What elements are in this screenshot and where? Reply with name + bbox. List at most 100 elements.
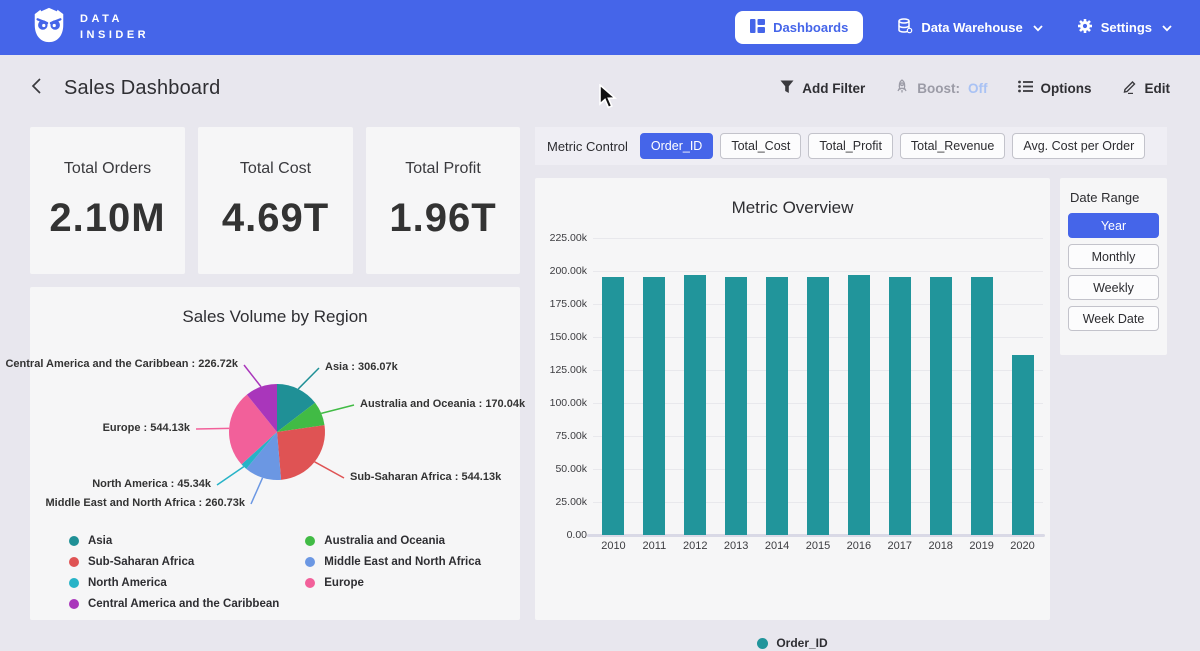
metric-overview-card: Metric Overview 0.0025.00k50.00k75.00k10… — [535, 178, 1050, 620]
page-header: Sales Dashboard Add Filter Boost: Off — [0, 55, 1200, 121]
gridline — [593, 238, 1043, 239]
bar-2016[interactable] — [848, 275, 870, 535]
gear-icon — [1077, 18, 1093, 37]
pie-leader-line — [251, 478, 263, 504]
pie-slice-sub-saharan-africa[interactable] — [277, 425, 325, 480]
legend-item-middle-east-and-north-africa[interactable]: Middle East and North Africa — [305, 556, 481, 568]
pie-label-middle-east-and-north-africa: Middle East and North Africa : 260.73k — [46, 497, 245, 509]
date-range-option-monthly[interactable]: Monthly — [1068, 244, 1159, 269]
pie-label-sub-saharan-africa: Sub-Saharan Africa : 544.13k — [350, 471, 501, 483]
legend-label: Central America and the Caribbean — [88, 598, 279, 610]
bar-chart-title: Metric Overview — [535, 178, 1050, 218]
bar-chart-plot — [593, 238, 1043, 535]
pie-leader-line — [217, 467, 244, 485]
y-tick-label: 125.00k — [550, 364, 587, 376]
pie-leader-line — [298, 368, 319, 389]
pie-leader-line — [244, 365, 261, 387]
filter-funnel-icon — [780, 80, 794, 97]
pie-label-europe: Europe : 544.13k — [103, 422, 190, 434]
bar-2020[interactable] — [1012, 355, 1034, 535]
y-tick-label: 0.00 — [567, 529, 587, 541]
bar-2013[interactable] — [725, 277, 747, 535]
legend-dot — [305, 578, 315, 588]
x-tick-label: 2019 — [961, 540, 1002, 552]
legend-dot — [69, 536, 79, 546]
metric-option-avg-cost-per-order[interactable]: Avg. Cost per Order — [1012, 133, 1145, 159]
pie-label-australia-and-oceania: Australia and Oceania : 170.04k — [360, 398, 525, 410]
bar-2011[interactable] — [643, 277, 665, 535]
date-range-option-weekly[interactable]: Weekly — [1068, 275, 1159, 300]
x-tick-label: 2017 — [879, 540, 920, 552]
pie-leader-line — [315, 462, 344, 478]
legend-dot — [757, 638, 768, 649]
sales-volume-card: Sales Volume by Region Asia : 306.07k Aus… — [30, 287, 520, 620]
y-tick-label: 225.00k — [550, 232, 587, 244]
date-range-option-week-date[interactable]: Week Date — [1068, 306, 1159, 331]
rocket-icon — [895, 79, 909, 97]
legend-dot — [69, 599, 79, 609]
pie-label-asia: Asia : 306.07k — [325, 361, 398, 373]
legend-item-central-america-and-the-caribbean[interactable]: Central America and the Caribbean — [69, 598, 279, 610]
bar-2014[interactable] — [766, 277, 788, 535]
x-tick-label: 2015 — [798, 540, 839, 552]
legend-label: Order_ID — [776, 636, 827, 650]
nav-dashboards-button[interactable]: Dashboards — [735, 11, 863, 44]
pie-chart-legend: Asia Sub-Saharan Africa North America Centr… — [30, 535, 520, 610]
legend-dot — [305, 557, 315, 567]
legend-item-north-america[interactable]: North America — [69, 577, 279, 589]
metric-option-order-id[interactable]: Order_ID — [640, 133, 713, 159]
pie-label-central-america-and-the-caribbean: Central America and the Caribbean : 226.… — [5, 358, 238, 370]
bar-2012[interactable] — [684, 275, 706, 535]
legend-item-australia-and-oceania[interactable]: Australia and Oceania — [305, 535, 481, 547]
date-range-label: Date Range — [1070, 190, 1159, 205]
kpi-label: Total Profit — [405, 160, 481, 178]
back-button[interactable] — [30, 77, 44, 100]
legend-item-sub-saharan-africa[interactable]: Sub-Saharan Africa — [69, 556, 279, 568]
kpi-value: 2.10M — [49, 196, 165, 241]
metric-option-total-revenue[interactable]: Total_Revenue — [900, 133, 1005, 159]
nav-data-warehouse[interactable]: Data Warehouse — [897, 18, 1042, 37]
legend-item-asia[interactable]: Asia — [69, 535, 279, 547]
pie-chart-title: Sales Volume by Region — [30, 287, 520, 327]
y-tick-label: 100.00k — [550, 397, 587, 409]
bar-2019[interactable] — [971, 277, 993, 535]
pie-leader-line — [196, 428, 229, 429]
kpi-card-total-cost: Total Cost 4.69T — [198, 127, 353, 274]
nav-settings[interactable]: Settings — [1077, 18, 1172, 37]
bar-2017[interactable] — [889, 277, 911, 535]
bar-2018[interactable] — [930, 277, 952, 535]
brand[interactable]: DATA INSIDER — [30, 6, 149, 49]
legend-label: Middle East and North Africa — [324, 556, 481, 568]
dashboards-grid-icon — [750, 19, 765, 36]
legend-label: Asia — [88, 535, 112, 547]
metric-option-total-profit[interactable]: Total_Profit — [808, 133, 893, 159]
chevron-down-icon — [1162, 20, 1172, 35]
bar-chart-x-axis: 2010201120122013201420152016201720182019… — [593, 540, 1043, 552]
x-tick-label: 2011 — [634, 540, 675, 552]
metric-option-total-cost[interactable]: Total_Cost — [720, 133, 801, 159]
options-button[interactable]: Options — [1018, 80, 1092, 96]
bar-2015[interactable] — [807, 277, 829, 535]
date-range-option-year[interactable]: Year — [1068, 213, 1159, 238]
x-tick-label: 2012 — [675, 540, 716, 552]
boost-status: Off — [968, 81, 988, 96]
legend-item-europe[interactable]: Europe — [305, 577, 481, 589]
x-tick-label: 2014 — [757, 540, 798, 552]
legend-label: Sub-Saharan Africa — [88, 556, 194, 568]
legend-label: Australia and Oceania — [324, 535, 445, 547]
x-tick-label: 2016 — [838, 540, 879, 552]
date-range-panel: Date Range Year Monthly Weekly Week Date — [1060, 178, 1167, 355]
y-tick-label: 200.00k — [550, 265, 587, 277]
add-filter-button[interactable]: Add Filter — [780, 80, 865, 97]
legend-label: Europe — [324, 577, 364, 589]
bar-2010[interactable] — [602, 277, 624, 535]
kpi-label: Total Cost — [240, 160, 311, 178]
x-tick-label: 2018 — [920, 540, 961, 552]
edit-button[interactable]: Edit — [1122, 79, 1171, 97]
database-icon — [897, 18, 913, 37]
x-tick-label: 2020 — [1002, 540, 1043, 552]
owl-logo-icon — [30, 6, 68, 49]
top-navbar: DATA INSIDER Dashboards Data Warehouse — [0, 0, 1200, 55]
boost-toggle[interactable]: Boost: Off — [895, 79, 987, 97]
y-tick-label: 75.00k — [555, 430, 587, 442]
